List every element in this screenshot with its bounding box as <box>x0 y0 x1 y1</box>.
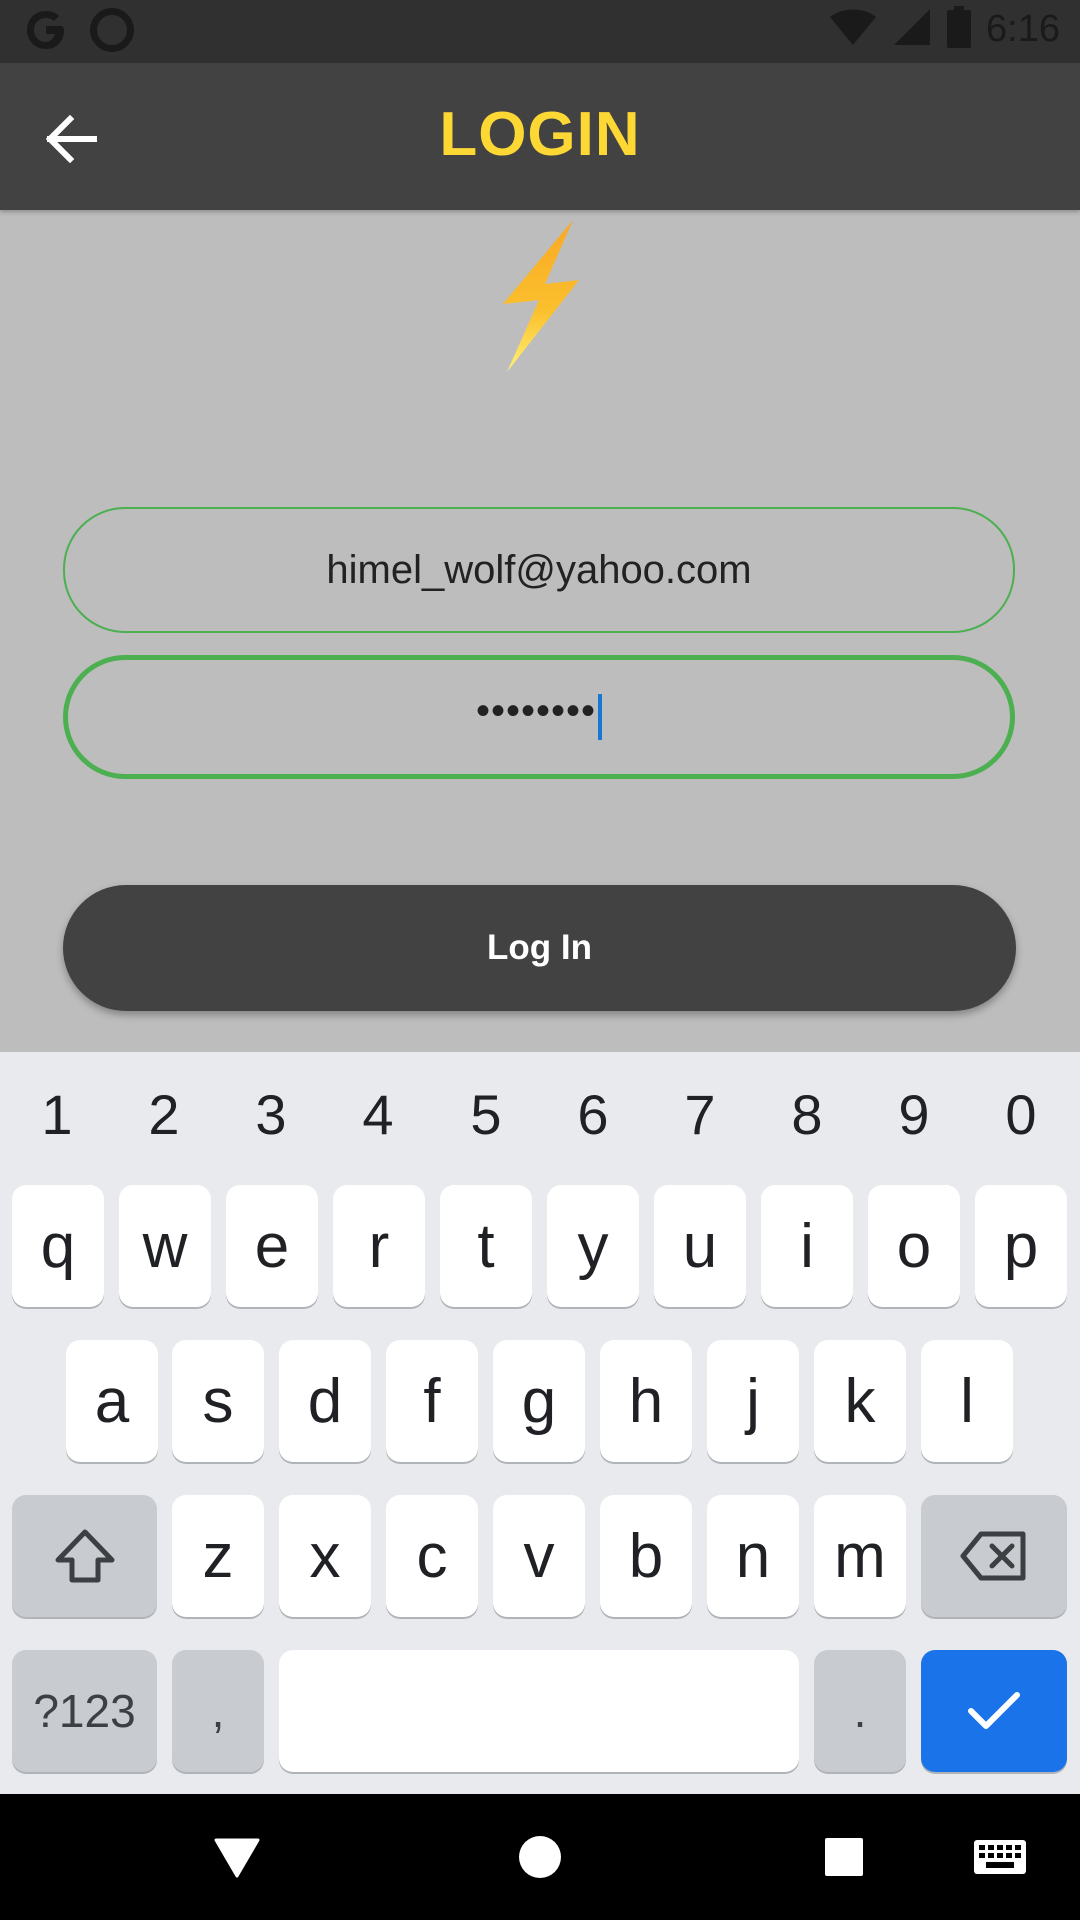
password-field[interactable]: •••••••• <box>63 655 1015 779</box>
login-button[interactable]: Log In <box>63 885 1016 1011</box>
key-u[interactable]: u <box>654 1185 746 1307</box>
enter-key[interactable] <box>921 1650 1067 1772</box>
nav-home-button[interactable] <box>509 1826 571 1888</box>
wifi-icon <box>828 7 878 52</box>
battery-icon <box>946 6 972 53</box>
key-m[interactable]: m <box>814 1495 906 1617</box>
key-2[interactable]: 2 <box>124 1082 204 1147</box>
back-triangle-icon <box>214 1838 260 1878</box>
key-f[interactable]: f <box>386 1340 478 1462</box>
key-7[interactable]: 7 <box>660 1082 740 1147</box>
key-5[interactable]: 5 <box>446 1082 526 1147</box>
key-t[interactable]: t <box>440 1185 532 1307</box>
nav-recents-button[interactable] <box>813 1826 875 1888</box>
cellular-signal-icon <box>892 7 932 52</box>
key-6[interactable]: 6 <box>553 1082 633 1147</box>
period-key[interactable]: . <box>814 1650 906 1772</box>
symbols-key[interactable]: ?123 <box>12 1650 157 1772</box>
navigation-bar <box>0 1794 1080 1920</box>
key-c[interactable]: c <box>386 1495 478 1617</box>
nav-back-button[interactable] <box>206 1826 268 1888</box>
app-bar: LOGIN <box>0 63 1080 210</box>
key-8[interactable]: 8 <box>767 1082 847 1147</box>
google-icon <box>24 8 68 52</box>
key-a[interactable]: a <box>66 1340 158 1462</box>
recents-square-icon <box>825 1838 863 1876</box>
key-g[interactable]: g <box>493 1340 585 1462</box>
status-time: 6:16 <box>986 8 1060 50</box>
soft-keyboard: 1 2 3 4 5 6 7 8 9 0 q w e r t y u i o p … <box>0 1052 1080 1794</box>
comma-key[interactable]: , <box>172 1650 264 1772</box>
key-3[interactable]: 3 <box>231 1082 311 1147</box>
page-title: LOGIN <box>439 100 641 169</box>
status-right-icons: 6:16 <box>828 6 1060 53</box>
shift-icon <box>55 1529 114 1583</box>
lightning-bolt-icon <box>503 220 579 372</box>
key-v[interactable]: v <box>493 1495 585 1617</box>
email-value: himel_wolf@yahoo.com <box>326 547 752 592</box>
status-left-icons <box>24 8 134 52</box>
keyboard-switch-button[interactable] <box>970 1826 1030 1888</box>
key-d[interactable]: d <box>279 1340 371 1462</box>
email-field[interactable]: himel_wolf@yahoo.com <box>63 507 1015 633</box>
key-o[interactable]: o <box>868 1185 960 1307</box>
backspace-key[interactable] <box>921 1495 1067 1617</box>
key-e[interactable]: e <box>226 1185 318 1307</box>
space-bar[interactable] <box>279 1650 799 1772</box>
key-q[interactable]: q <box>12 1185 104 1307</box>
number-row: 1 2 3 4 5 6 7 8 9 0 <box>0 1052 1080 1172</box>
key-s[interactable]: s <box>172 1340 264 1462</box>
key-p[interactable]: p <box>975 1185 1067 1307</box>
key-r[interactable]: r <box>333 1185 425 1307</box>
circle-notification-icon <box>90 8 134 52</box>
key-z[interactable]: z <box>172 1495 264 1617</box>
key-h[interactable]: h <box>600 1340 692 1462</box>
login-button-label: Log In <box>487 928 592 967</box>
backspace-icon <box>960 1531 1026 1581</box>
keyboard-switch-icon <box>974 1840 1026 1874</box>
key-x[interactable]: x <box>279 1495 371 1617</box>
key-k[interactable]: k <box>814 1340 906 1462</box>
key-b[interactable]: b <box>600 1495 692 1617</box>
key-j[interactable]: j <box>707 1340 799 1462</box>
key-w[interactable]: w <box>119 1185 211 1307</box>
key-0[interactable]: 0 <box>981 1082 1061 1147</box>
shift-key[interactable] <box>12 1495 157 1617</box>
text-cursor <box>598 694 603 740</box>
home-circle-icon <box>519 1836 561 1878</box>
key-i[interactable]: i <box>761 1185 853 1307</box>
key-n[interactable]: n <box>707 1495 799 1617</box>
key-l[interactable]: l <box>921 1340 1013 1462</box>
status-bar: 6:16 <box>0 0 1080 63</box>
checkmark-icon <box>968 1692 1020 1729</box>
password-value: •••••••• <box>475 688 597 733</box>
key-y[interactable]: y <box>547 1185 639 1307</box>
key-9[interactable]: 9 <box>874 1082 954 1147</box>
key-4[interactable]: 4 <box>338 1082 418 1147</box>
key-1[interactable]: 1 <box>17 1082 97 1147</box>
